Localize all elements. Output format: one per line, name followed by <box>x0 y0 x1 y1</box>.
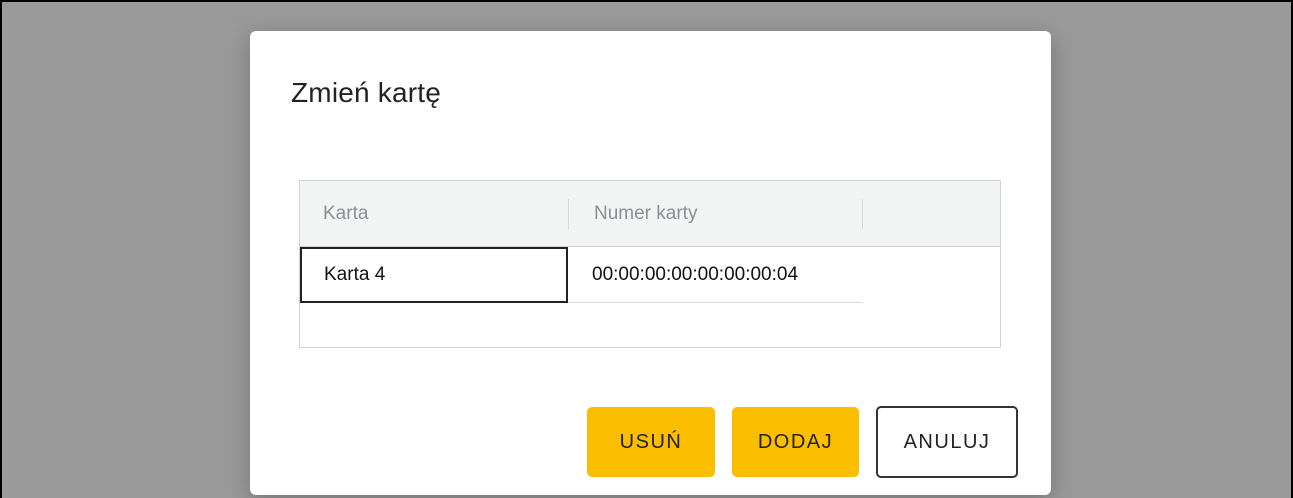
cell-karta-selected[interactable]: Karta 4 <box>300 247 568 303</box>
change-card-dialog: Zmień kartę Karta Numer karty Karta 4 00… <box>250 31 1051 495</box>
cancel-button[interactable]: ANULUJ <box>876 406 1018 478</box>
column-header-numer-karty[interactable]: Numer karty <box>594 181 697 247</box>
cards-table: Karta Numer karty Karta 4 00:00:00:00:00… <box>299 180 1001 348</box>
delete-button[interactable]: USUŃ <box>587 407 715 477</box>
add-button[interactable]: DODAJ <box>732 407 859 477</box>
column-header-karta[interactable]: Karta <box>323 181 368 247</box>
table-header: Karta Numer karty <box>300 181 1000 247</box>
table-row[interactable]: Karta 4 00:00:00:00:00:00:00:04 <box>300 247 863 303</box>
dialog-title: Zmień kartę <box>291 77 442 108</box>
cell-numer-karty[interactable]: 00:00:00:00:00:00:00:04 <box>568 247 863 303</box>
column-separator[interactable] <box>568 199 569 229</box>
column-separator[interactable] <box>862 199 863 229</box>
